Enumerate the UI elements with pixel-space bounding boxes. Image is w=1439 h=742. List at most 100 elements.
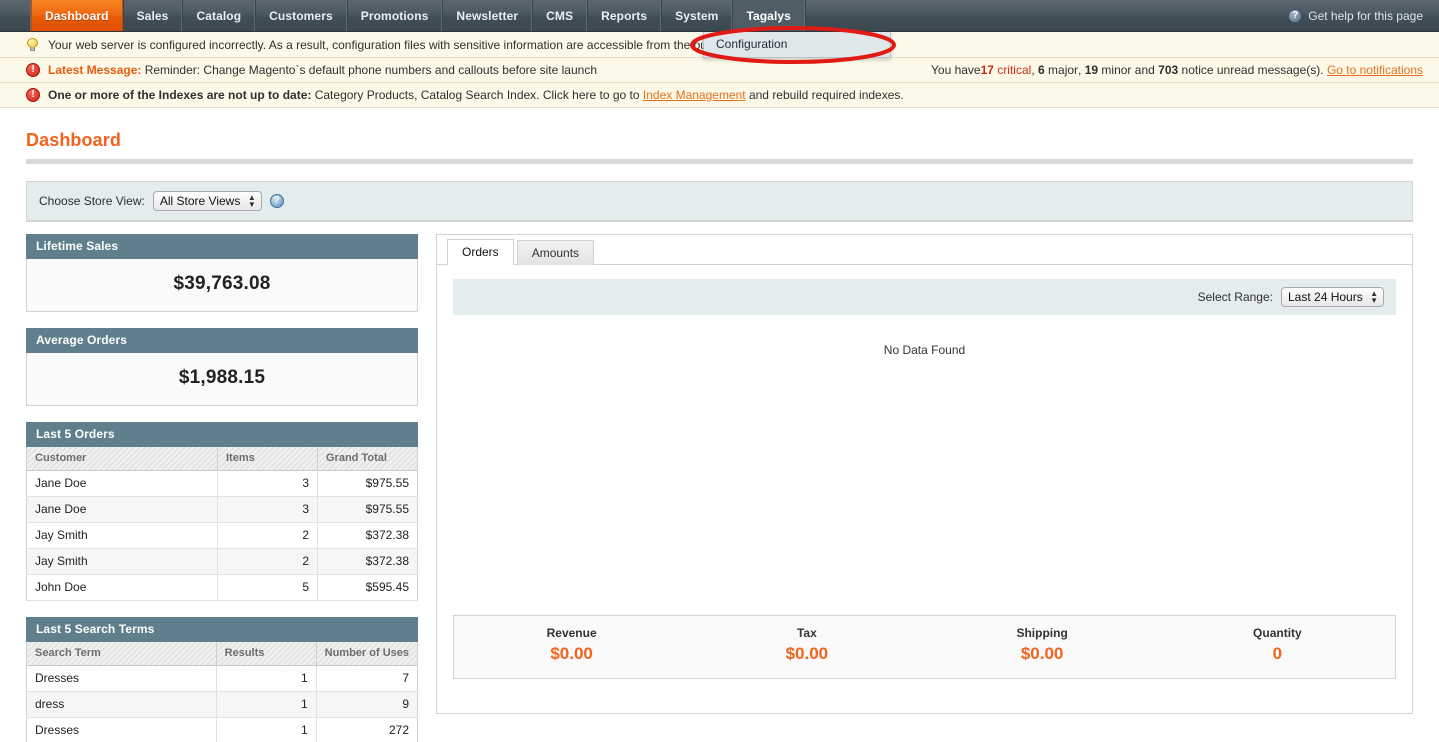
table-row[interactable]: Jay Smith 2 $372.38 [26, 548, 418, 575]
cell-customer: Jay Smith [26, 548, 218, 575]
column-header-search-term[interactable]: Search Term [26, 642, 217, 666]
get-help-label: Get help for this page [1308, 8, 1423, 23]
unread-messages-summary: You have 17 critical, 6 major, 19 minor … [931, 63, 1423, 77]
cell-uses: 9 [316, 691, 418, 718]
nav-item-label: Sales [136, 8, 169, 23]
table-row[interactable]: dress 1 9 [26, 691, 418, 718]
cell-customer: Jane Doe [26, 470, 218, 497]
column-header-items[interactable]: Items [217, 447, 318, 471]
question-circle-icon[interactable]: ? [269, 194, 284, 208]
total-label: Revenue [546, 626, 597, 640]
widget-title: Last 5 Search Terms [26, 617, 418, 642]
nav-filler [804, 0, 1278, 31]
last-orders-table: Customer Items Grand Total Jane Doe 3 $9… [26, 447, 418, 601]
widget-lifetime-sales: Lifetime Sales $39,763.08 [26, 234, 418, 312]
cell-grand-total: $372.38 [317, 548, 418, 575]
store-view-select[interactable]: All Store Views [152, 191, 262, 211]
critical-word: critical [997, 63, 1032, 77]
select-range-wrap: Last 24 Hours ▲ ▼ [1281, 287, 1384, 307]
nav-item-promotions[interactable]: Promotions [346, 0, 443, 31]
chart-tab-content: Select Range: Last 24 Hours ▲ ▼ No Data F… [437, 265, 1412, 689]
cell-grand-total: $975.55 [317, 470, 418, 497]
nav-item-sales[interactable]: Sales [122, 0, 183, 31]
nav-item-label: Newsletter [456, 8, 519, 23]
last-search-terms-table: Search Term Results Number of Uses Dress… [26, 642, 418, 742]
widget-title: Average Orders [26, 328, 418, 353]
widget-last-orders: Last 5 Orders Customer Items Grand Total… [26, 422, 418, 601]
table-row[interactable]: John Doe 5 $595.45 [26, 574, 418, 601]
index-management-link[interactable]: Index Management [643, 88, 746, 102]
major-count: 6 [1038, 63, 1045, 77]
column-header-results[interactable]: Results [216, 642, 317, 666]
minor-word: minor [1101, 63, 1132, 77]
cell-search-term: Dresses [26, 717, 217, 742]
nav-item-label: System [675, 8, 719, 23]
cell-results: 1 [216, 691, 317, 718]
page-title: Dashboard [26, 130, 121, 150]
table-row[interactable]: Dresses 1 7 [26, 665, 418, 692]
table-header-row: Customer Items Grand Total [26, 447, 418, 471]
table-row[interactable]: Jane Doe 3 $975.55 [26, 470, 418, 497]
nav-item-tagalys[interactable]: Tagalys [732, 0, 805, 31]
summary-prefix: You have [931, 63, 981, 77]
cell-uses: 272 [316, 717, 418, 742]
table-row[interactable]: Dresses 1 272 [26, 717, 418, 742]
dashboard-right-column: Orders Amounts Select Range: Last 24 Hou… [430, 234, 1439, 742]
select-range-dropdown[interactable]: Last 24 Hours [1281, 287, 1384, 307]
column-header-grand-total[interactable]: Grand Total [317, 447, 418, 471]
table-row[interactable]: Jane Doe 3 $975.55 [26, 496, 418, 523]
nav-item-label: Customers [269, 8, 333, 23]
total-value: 0 [1272, 644, 1283, 663]
cell-grand-total: $372.38 [317, 522, 418, 549]
nav-left-spacer [0, 0, 31, 31]
dashboard-panel: Choose Store View: All Store Views ▲ ▼ ? [26, 181, 1413, 222]
select-range-bar: Select Range: Last 24 Hours ▲ ▼ [453, 279, 1396, 315]
message-label: Latest Message: [48, 63, 142, 77]
nav-item-newsletter[interactable]: Newsletter [442, 0, 533, 31]
tab-amounts[interactable]: Amounts [516, 240, 595, 265]
total-value: $0.00 [785, 644, 829, 663]
nav-item-label: Reports [601, 8, 648, 23]
cell-search-term: dress [26, 691, 217, 718]
message-label: One or more of the Indexes are not up to… [48, 88, 312, 102]
critical-count: 17 [980, 63, 994, 77]
nav-item-label: Dashboard [45, 8, 109, 23]
dashboard-body: Lifetime Sales $39,763.08 Average Orders… [0, 222, 1439, 742]
nav-item-reports[interactable]: Reports [587, 0, 662, 31]
column-header-customer[interactable]: Customer [26, 447, 218, 471]
go-to-notifications-link[interactable]: Go to notifications [1327, 63, 1423, 77]
table-row[interactable]: Jay Smith 2 $372.38 [26, 522, 418, 549]
message-text: Reminder: Change Magento`s default phone… [144, 63, 597, 77]
store-view-label: Choose Store View: [39, 194, 145, 208]
total-shipping: Shipping $0.00 [925, 626, 1160, 664]
page-header: Dashboard [0, 130, 1439, 164]
widget-title: Lifetime Sales [26, 234, 418, 259]
nav-item-customers[interactable]: Customers [255, 0, 347, 31]
column-header-number-of-uses[interactable]: Number of Uses [316, 642, 418, 666]
nav-item-system[interactable]: System [661, 0, 733, 31]
nav-item-cms[interactable]: CMS [532, 0, 588, 31]
chart-panel: Orders Amounts Select Range: Last 24 Hou… [436, 234, 1413, 714]
widget-title: Last 5 Orders [26, 422, 418, 447]
cell-items: 2 [217, 522, 318, 549]
title-divider [26, 159, 1413, 164]
lifetime-sales-value: $39,763.08 [173, 273, 271, 294]
major-word: major [1048, 63, 1079, 77]
nav-item-label: Promotions [360, 8, 429, 23]
nav-item-catalog[interactable]: Catalog [182, 0, 256, 31]
store-view-bar: Choose Store View: All Store Views ▲ ▼ ? [27, 182, 1412, 221]
minor-count: 19 [1084, 63, 1099, 77]
tab-orders[interactable]: Orders [447, 239, 514, 265]
widget-average-orders: Average Orders $1,988.15 [26, 328, 418, 406]
nav-item-label: Catalog [196, 8, 242, 23]
cell-grand-total: $975.55 [317, 496, 418, 523]
nav-item-dashboard[interactable]: Dashboard [31, 0, 123, 31]
select-range-label: Select Range: [1197, 290, 1273, 304]
summary-suffix: notice unread message(s). [1181, 63, 1324, 77]
widget-body: $1,988.15 [26, 353, 418, 406]
message-bar-index-status: ! One or more of the Indexes are not up … [0, 83, 1439, 108]
menu-item-configuration[interactable]: Configuration [704, 32, 890, 57]
tab-label: Amounts [531, 246, 580, 260]
get-help-link[interactable]: ? Get help for this page [1278, 0, 1439, 31]
menu-item-label: Configuration [716, 37, 788, 51]
